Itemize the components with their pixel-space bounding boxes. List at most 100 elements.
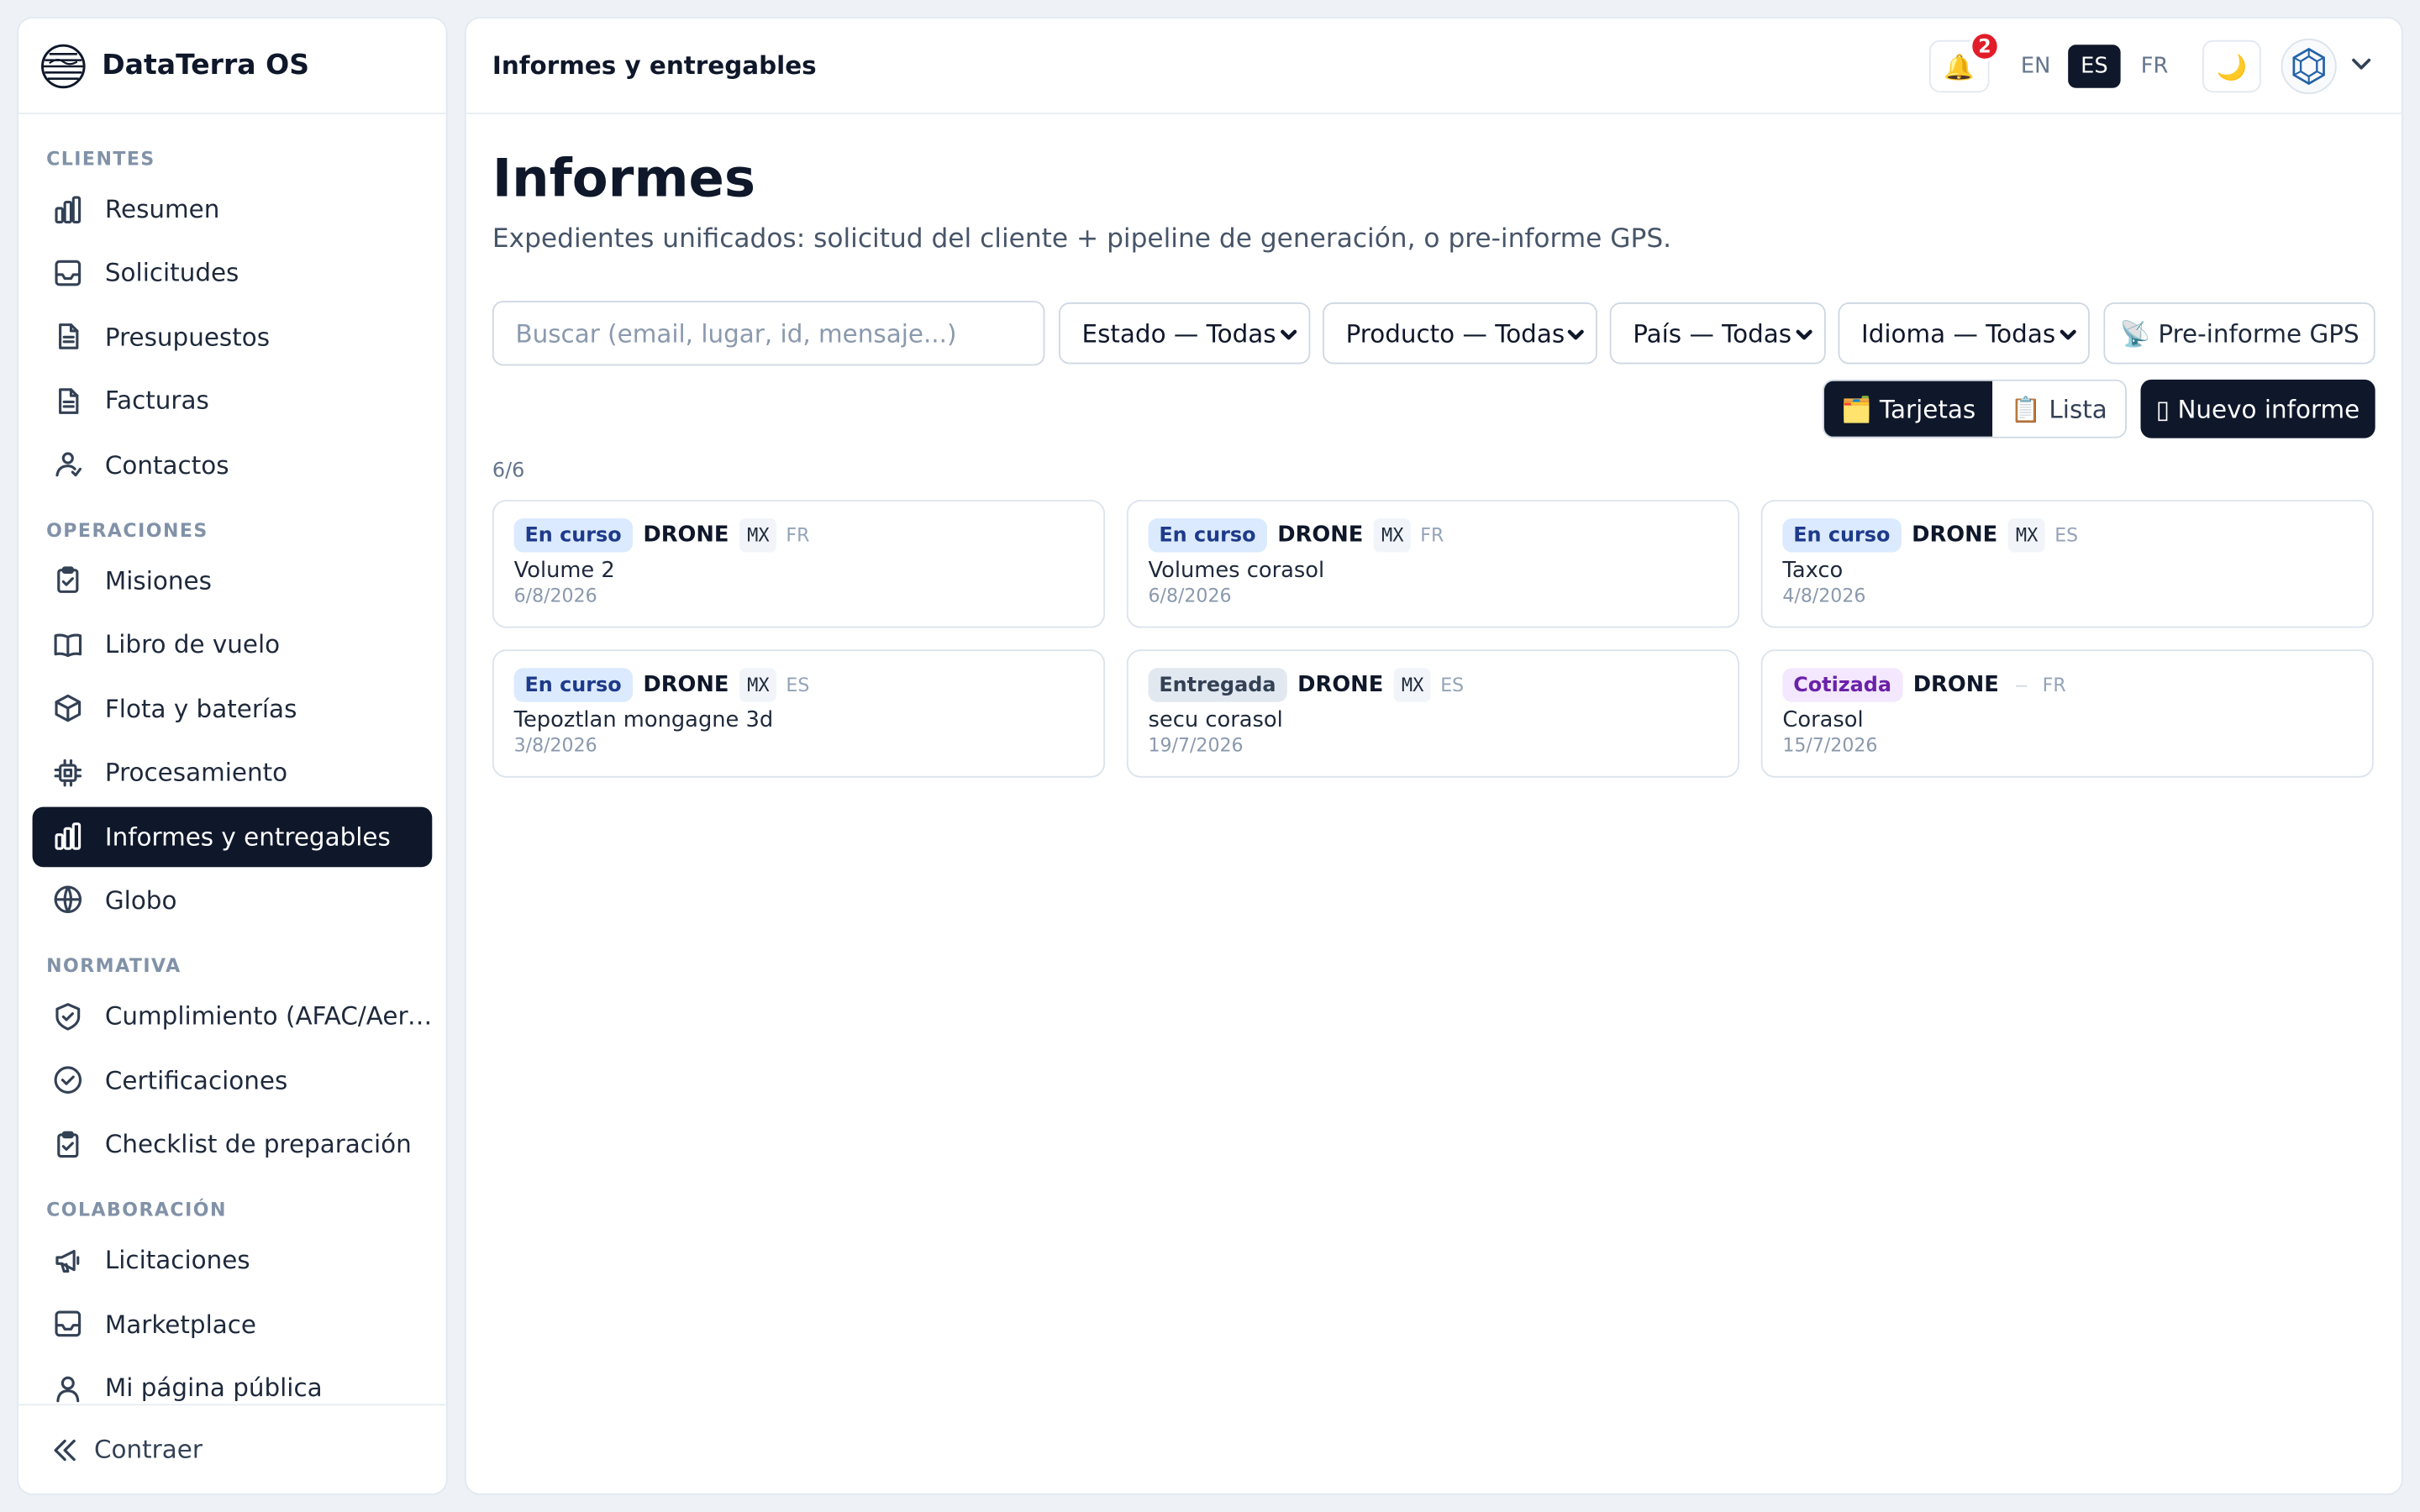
idioma-select-value: Idioma — Todas	[1861, 318, 2056, 349]
page-title: Informes	[492, 148, 756, 210]
country-tag: –	[2016, 674, 2028, 696]
notifications-button[interactable]: 🔔 2	[1928, 30, 2001, 93]
gps-preinforme-button[interactable]: 📡 Pre-informe GPS	[2103, 302, 2375, 365]
notification-count-badge: 2	[1969, 30, 2001, 62]
report-card[interactable]: En curso DRONE MX FR Volumes corasol 6/8…	[1126, 500, 1739, 628]
sidebar-item-licitaciones[interactable]: Licitaciones	[33, 1231, 433, 1291]
report-card[interactable]: En curso DRONE MX ES Taxco 4/8/2026	[1760, 500, 2374, 628]
sidebar-item-cumplimiento[interactable]: Cumplimiento (AFAC/AeroMéxico)	[33, 986, 432, 1047]
cards-view-button[interactable]: 🗂️ Tarjetas	[1823, 381, 1993, 437]
sidebar-item-label: Marketplace	[104, 1310, 256, 1339]
section-title-clientes: CLIENTES	[46, 148, 155, 171]
list-view-button[interactable]: 📋 Lista	[1992, 381, 2126, 437]
document-icon	[59, 323, 79, 350]
lang-en-button[interactable]: EN	[2009, 45, 2061, 87]
sidebar-item-label: Solicitudes	[104, 258, 239, 288]
product-label: DRONE	[1277, 522, 1364, 549]
sidebar-item-label: Informes y entregables	[104, 822, 391, 851]
sidebar-item-resumen[interactable]: Resumen	[33, 179, 433, 239]
report-card[interactable]: En curso DRONE MX FR Volume 2 6/8/2026	[492, 500, 1106, 628]
country-tag: MX	[2008, 518, 2046, 553]
sidebar-item-globo[interactable]: Globo	[33, 870, 433, 931]
brand-name: DataTerra OS	[102, 49, 310, 82]
sidebar-item-libro-de-vuelo[interactable]: Libro de vuelo	[33, 615, 433, 675]
brand[interactable]: DataTerra OS	[18, 18, 446, 114]
report-date: 6/8/2026	[1148, 585, 1232, 606]
pais-select[interactable]: País — Todas	[1609, 302, 1826, 365]
language-tag: FR	[1420, 524, 1444, 547]
document-icon	[59, 387, 79, 414]
language-tag: ES	[786, 674, 810, 696]
report-title: Volume 2	[513, 558, 615, 584]
globe-logo-icon	[41, 43, 86, 88]
clipboard-icon	[57, 567, 79, 594]
sidebar-item-label: Flota y baterías	[104, 694, 297, 723]
chevron-down-icon	[2060, 329, 2076, 340]
view-toggle: 🗂️ Tarjetas 📋 Lista	[1823, 379, 2127, 438]
lang-fr-button[interactable]: FR	[2128, 45, 2181, 87]
search-input[interactable]	[492, 301, 1045, 366]
user-icon	[56, 1376, 80, 1402]
sidebar-item-checklist[interactable]: Checklist de preparación	[33, 1114, 433, 1174]
sidebar-item-misiones[interactable]: Misiones	[33, 551, 433, 612]
bar-chart-icon	[55, 822, 82, 850]
report-date: 3/8/2026	[513, 734, 597, 756]
country-tag: MX	[1394, 668, 1432, 702]
report-card[interactable]: En curso DRONE MX ES Tepoztlan mongagne …	[492, 649, 1106, 778]
sidebar-item-label: Facturas	[104, 386, 209, 416]
chevron-down-icon[interactable]	[2349, 51, 2373, 76]
results-count: 6/6	[492, 459, 525, 483]
new-report-button[interactable]: ▯ Nuevo informe	[2140, 379, 2375, 438]
sidebar-item-solicitudes[interactable]: Solicitudes	[33, 243, 433, 303]
status-badge: En curso	[513, 668, 633, 702]
sidebar-item-flota[interactable]: Flota y baterías	[33, 679, 433, 739]
country-tag: MX	[1374, 518, 1412, 553]
sidebar-item-contactos[interactable]: Contactos	[33, 434, 433, 495]
report-title: Taxco	[1782, 558, 1844, 584]
status-badge: En curso	[1148, 518, 1267, 553]
language-tag: FR	[2042, 674, 2066, 696]
theme-toggle-button[interactable]: 🌙	[2202, 39, 2261, 93]
idioma-select[interactable]: Idioma — Todas	[1838, 302, 2090, 365]
sidebar-item-label: Globo	[104, 885, 177, 915]
sidebar-item-presupuestos[interactable]: Presupuestos	[33, 307, 433, 367]
sidebar-item-label: Cumplimiento (AFAC/AeroMéxico)	[104, 1001, 432, 1032]
sidebar-item-certificaciones[interactable]: Certificaciones	[33, 1050, 433, 1110]
report-date: 6/8/2026	[513, 585, 597, 606]
producto-select[interactable]: Producto — Todas	[1323, 302, 1597, 365]
product-label: DRONE	[1912, 522, 1998, 549]
country-tag: MX	[739, 668, 777, 702]
report-card[interactable]: Cotizada DRONE – FR Corasol 15/7/2026	[1760, 649, 2374, 778]
sidebar-item-facturas[interactable]: Facturas	[33, 370, 433, 431]
clipboard-check-icon	[57, 1130, 79, 1158]
collapse-sidebar-button[interactable]: Contraer	[18, 1404, 446, 1494]
book-icon	[54, 633, 82, 657]
box-icon	[55, 695, 82, 722]
status-badge: Cotizada	[1782, 668, 1902, 702]
lang-es-button[interactable]: ES	[2068, 45, 2121, 88]
topbar: Informes y entregables 🔔 2 EN ES FR 🌙	[466, 18, 2402, 114]
inbox-icon	[55, 1311, 82, 1337]
collapse-label: Contraer	[94, 1435, 203, 1465]
sidebar-item-marketplace[interactable]: Marketplace	[33, 1294, 433, 1355]
sidebar-item-procesamiento[interactable]: Procesamiento	[33, 743, 433, 803]
report-card[interactable]: Entregada DRONE MX ES secu corasol 19/7/…	[1126, 649, 1739, 778]
sidebar-item-label: Checklist de preparación	[104, 1129, 412, 1159]
sidebar-item-label: Licitaciones	[104, 1246, 250, 1275]
language-tag: ES	[2054, 524, 2079, 547]
bell-icon: 🔔	[1944, 51, 1975, 81]
sidebar-item-label: Procesamiento	[104, 758, 288, 787]
product-label: DRONE	[1297, 672, 1384, 698]
report-title: Volumes corasol	[1148, 558, 1325, 584]
page-subtitle: Expedientes unificados: solicitud del cl…	[492, 223, 1672, 255]
hexagon-logo-icon	[2292, 47, 2325, 86]
sidebar-item-label: Libro de vuelo	[104, 630, 281, 659]
product-label: DRONE	[643, 672, 729, 698]
avatar[interactable]	[2281, 38, 2337, 95]
producto-select-value: Producto — Todas	[1345, 318, 1565, 349]
sidebar-item-informes[interactable]: Informes y entregables	[32, 806, 433, 867]
estado-select[interactable]: Estado — Todas	[1058, 302, 1311, 365]
report-date: 19/7/2026	[1148, 734, 1244, 756]
inbox-icon	[55, 260, 82, 286]
chevrons-left-icon	[54, 1438, 76, 1461]
